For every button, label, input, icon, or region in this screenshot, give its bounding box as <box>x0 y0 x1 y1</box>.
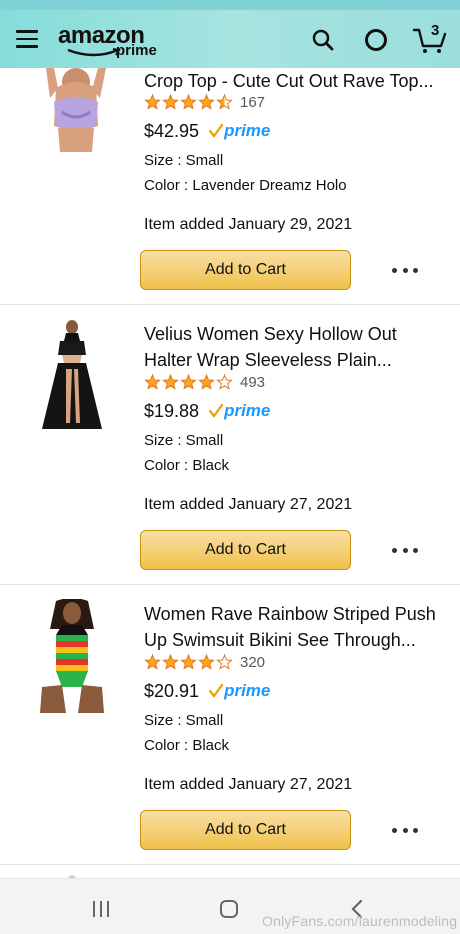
cart-button[interactable]: 3 <box>412 22 448 56</box>
add-to-cart-button[interactable]: Add to Cart <box>140 250 351 290</box>
product-size: Size : Small <box>144 432 224 449</box>
recent-apps-icon[interactable] <box>92 901 110 917</box>
product-color: Color : Black <box>144 457 230 474</box>
alexa-icon[interactable] <box>363 27 389 53</box>
add-to-cart-button[interactable]: Add to Cart <box>140 810 351 850</box>
star-rating[interactable]: 493 <box>144 372 265 392</box>
more-options-icon[interactable] <box>392 545 418 555</box>
prime-check-icon <box>209 404 224 418</box>
smile-arrow-icon <box>67 48 121 57</box>
divider <box>0 864 460 865</box>
stars-icon <box>144 94 234 110</box>
app-header: amazon prime 3 <box>0 10 460 68</box>
product-size: Size : Small <box>144 152 224 169</box>
product-price: $20.91 <box>144 680 200 701</box>
prime-badge: prime <box>209 681 270 701</box>
prime-label: prime <box>224 401 271 420</box>
cart-count-badge: 3 <box>431 22 440 39</box>
item-added-date: Item added January 27, 2021 <box>144 776 353 793</box>
product-image[interactable] <box>36 319 108 434</box>
home-icon[interactable] <box>219 899 239 919</box>
review-count: 493 <box>240 373 266 391</box>
divider <box>0 304 460 305</box>
price-row: $19.88 prime <box>144 398 270 424</box>
prime-badge: prime <box>209 121 270 141</box>
product-size: Size : Small <box>144 712 224 729</box>
review-count: 320 <box>240 653 266 671</box>
stars-icon <box>144 374 234 390</box>
stars-icon <box>144 654 234 670</box>
search-icon[interactable] <box>311 28 335 52</box>
product-title[interactable]: Women Rave Rainbow Striped Push Up Swims… <box>144 601 444 653</box>
hamburger-menu-icon[interactable] <box>16 30 38 48</box>
product-price: $42.95 <box>144 120 200 141</box>
amazon-prime-logo[interactable]: amazon prime <box>58 22 168 62</box>
item-added-date: Item added January 29, 2021 <box>144 216 353 233</box>
status-bar <box>0 0 460 10</box>
item-added-date: Item added January 27, 2021 <box>144 496 353 513</box>
price-row: $42.95 prime <box>144 118 270 144</box>
prime-check-icon <box>209 684 224 698</box>
cart-icon <box>412 28 447 53</box>
price-row: $20.91 prime <box>144 678 270 704</box>
star-rating[interactable]: 167 <box>144 92 265 112</box>
review-count: 167 <box>240 93 266 111</box>
product-title[interactable]: Crop Top - Cute Cut Out Rave Top... <box>144 68 444 94</box>
prime-label: prime <box>224 681 271 700</box>
prime-check-icon <box>209 124 224 138</box>
prime-label: prime <box>224 121 271 140</box>
next-product-image[interactable] <box>60 866 84 878</box>
logo-prime-text: prime <box>116 42 157 59</box>
more-options-icon[interactable] <box>392 265 418 275</box>
more-options-icon[interactable] <box>392 825 418 835</box>
add-to-cart-button[interactable]: Add to Cart <box>140 530 351 570</box>
prime-badge: prime <box>209 401 270 421</box>
divider <box>0 584 460 585</box>
watermark-text: OnlyFans.com/laurenmodeling <box>262 913 458 929</box>
star-rating[interactable]: 320 <box>144 652 265 672</box>
product-color: Color : Black <box>144 737 230 754</box>
product-image[interactable] <box>36 599 108 714</box>
product-title[interactable]: Velius Women Sexy Hollow Out Halter Wrap… <box>144 321 444 373</box>
product-image[interactable] <box>36 68 108 152</box>
product-color: Color : Lavender Dreamz Holo <box>144 177 347 194</box>
product-price: $19.88 <box>144 400 200 421</box>
